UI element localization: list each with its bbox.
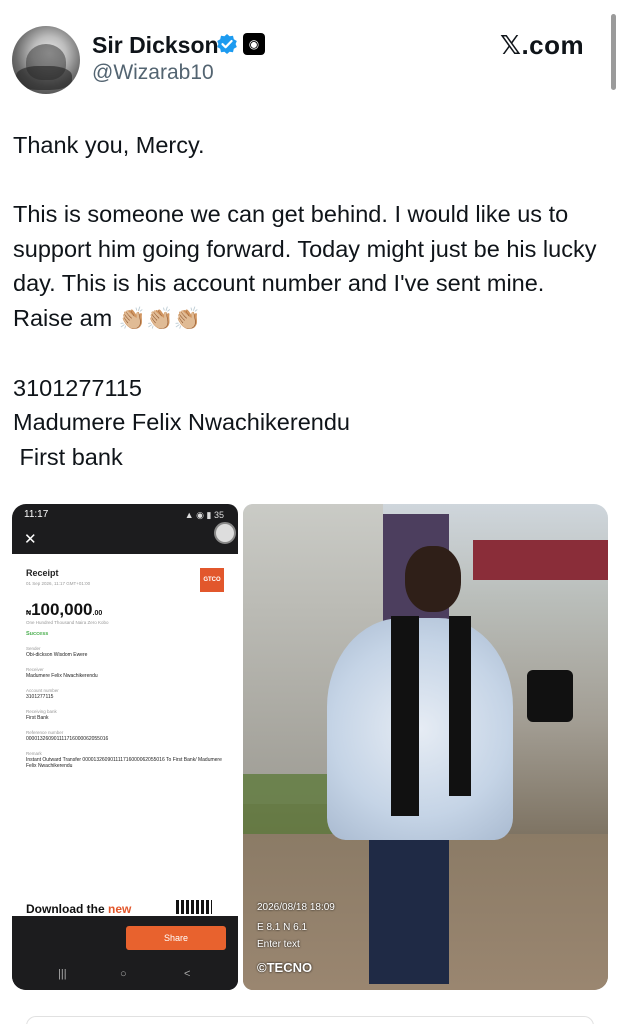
status-time: 11:17: [24, 509, 49, 520]
close-icon: ✕: [24, 531, 37, 548]
reference-field: Reference number 000013260901111716000062…: [26, 730, 224, 742]
receipt-date: 01 Sep 2026, 11:17 GMT+01:00: [26, 581, 91, 586]
receiver-field: Receiver Madumere Felix Nwachikerendu: [26, 667, 224, 679]
download-banner[interactable]: Download the new: [26, 902, 131, 916]
field-value: Madumere Felix Nwachikerendu: [26, 673, 98, 679]
photo-head: [405, 546, 461, 612]
field-label: Account number: [26, 688, 59, 693]
man-photo[interactable]: 2026/08/18 18:09 E 8.1 N 6.1 Enter text …: [243, 504, 608, 990]
recent-apps-icon: |||: [58, 968, 67, 980]
field-value: First Bank: [26, 715, 49, 721]
photo-pants: [369, 834, 449, 984]
bank-name: First bank: [13, 443, 123, 470]
photo-roof: [473, 540, 608, 580]
status-label: Success: [26, 631, 49, 637]
account-name: Madumere Felix Nwachikerendu: [13, 409, 350, 435]
download-new: new: [108, 902, 132, 916]
back-icon: <: [184, 968, 191, 980]
receipt-card: Receipt 01 Sep 2026, 11:17 GMT+01:00 GTC…: [12, 554, 238, 916]
photo-sash: [449, 616, 471, 796]
account-field: Account number 3101277115: [26, 688, 224, 700]
photo-shirt: [327, 618, 513, 840]
share-button[interactable]: Share: [126, 926, 226, 950]
download-text: Download the: [26, 902, 108, 916]
account-number: 3101277115: [13, 374, 142, 401]
bank-field: Receiving bank First Bank: [26, 709, 224, 721]
site-logo: 𝕏.com: [500, 30, 585, 60]
tweet-text: Thank you, Mercy. This is someone we can…: [13, 128, 608, 474]
tweet-line: Thank you, Mercy.: [13, 132, 205, 158]
field-value: 3101277115: [26, 694, 54, 700]
status-icons: ▲ ◉ ▮ 35: [184, 510, 224, 520]
tweet-header: Sir Dickson ◉ @Wizarab10 𝕏.com: [0, 0, 620, 100]
phone-status-bar: 11:17 ▲ ◉ ▮ 35: [12, 504, 238, 526]
photo-sash: [391, 616, 419, 816]
user-handle[interactable]: @Wizarab10: [92, 61, 214, 85]
field-label: Sender: [26, 646, 41, 651]
field-label: Receiving bank: [26, 709, 57, 714]
photo-chair: [527, 670, 573, 722]
amount-value: 100,000: [31, 600, 93, 619]
avatar[interactable]: [12, 26, 80, 94]
clapping-hands-icon: 👏🏼👏🏼👏🏼: [118, 305, 201, 331]
gtco-logo: GTCO: [200, 568, 224, 592]
photo-timestamp: 2026/08/18 18:09: [257, 902, 335, 913]
display-name[interactable]: Sir Dickson: [92, 32, 219, 59]
receipt-amount: ₦100,000.00: [26, 600, 224, 620]
verified-badge-icon: [217, 34, 237, 54]
avatar-shape: [16, 66, 72, 90]
field-value: 000013260901111716000062055016: [26, 736, 109, 742]
share-bar: Share: [12, 916, 238, 960]
tweet-paragraph: This is someone we can get behind. I wou…: [13, 197, 608, 336]
tecno-watermark: ©TECNO: [257, 960, 313, 975]
amount-decimals: .00: [92, 610, 103, 617]
floating-circle-icon: [214, 522, 236, 544]
field-value: Obi-dickson Wisdom Ewere: [26, 652, 88, 658]
field-value: Instant Outward Transfer 000013260901111…: [26, 757, 222, 769]
field-label: Reference number: [26, 730, 64, 735]
field-label: Receiver: [26, 667, 44, 672]
tweet-paragraph-text: This is someone we can get behind. I wou…: [13, 201, 597, 331]
remark-field: Remark Instant Outward Transfer 000013260…: [26, 751, 224, 769]
receipt-title: Receipt: [26, 568, 59, 578]
scrollbar[interactable]: [611, 14, 616, 90]
qr-code-icon: [176, 900, 212, 914]
affiliate-badge-icon[interactable]: ◉: [243, 33, 265, 55]
phone-nav-bar: ||| ○ <: [12, 960, 238, 990]
tweet-media[interactable]: 11:17 ▲ ◉ ▮ 35 ✕ Receipt 01 Sep 2026, 11…: [12, 504, 608, 990]
sender-field: Sender Obi-dickson Wisdom Ewere: [26, 646, 224, 658]
photo-coords: E 8.1 N 6.1: [257, 922, 308, 933]
amount-words: One Hundred Thousand Naira Zero Kobo: [26, 620, 109, 625]
receipt-screenshot[interactable]: 11:17 ▲ ◉ ▮ 35 ✕ Receipt 01 Sep 2026, 11…: [12, 504, 238, 990]
next-card-edge: [26, 1016, 594, 1024]
home-icon: ○: [120, 968, 127, 980]
photo-enter-text: Enter text: [257, 939, 300, 950]
field-label: Remark: [26, 751, 42, 756]
